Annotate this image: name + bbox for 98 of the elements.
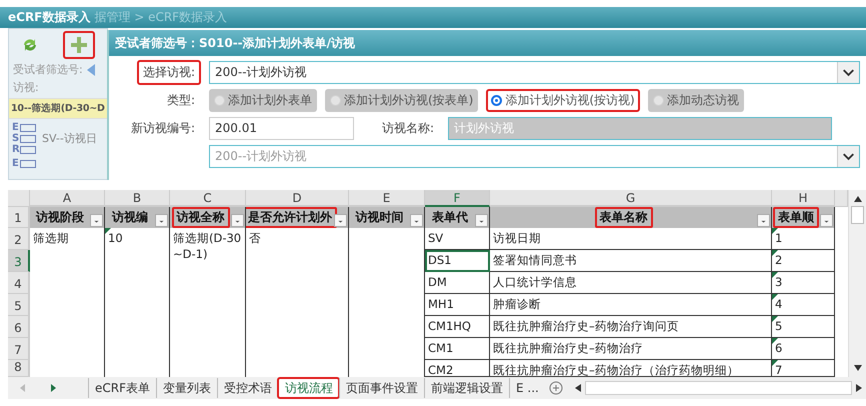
row-number[interactable]: 4 [8, 272, 30, 294]
scroll-left-icon[interactable] [574, 384, 581, 392]
status-box [20, 146, 36, 154]
filter-dropdown-icon[interactable] [155, 214, 168, 227]
sheet-tab[interactable]: 页面事件设置 [339, 378, 424, 398]
table-cell: CM1HQ [425, 316, 490, 338]
table-cell: 6 [772, 338, 835, 360]
header-label: 访视编 [110, 209, 149, 226]
table-cell: 2 [772, 250, 835, 272]
sheet-tab[interactable]: 访视流程 [278, 378, 340, 398]
row-number[interactable]: 8 [8, 360, 30, 377]
column-header [835, 190, 848, 207]
scroll-down-icon[interactable] [854, 365, 862, 371]
scroll-up-icon[interactable] [854, 196, 862, 202]
column-header[interactable]: C [170, 190, 246, 207]
error-indicator-icon[interactable] [772, 294, 778, 300]
filter-dropdown-icon[interactable] [334, 214, 347, 227]
table-cell: CM1 [425, 338, 490, 360]
column-header[interactable]: D [246, 190, 349, 207]
error-indicator-icon[interactable] [772, 272, 778, 278]
table-cell: MH1 [425, 294, 490, 316]
status-box [20, 124, 36, 132]
type-radio[interactable]: 添加计划外表单 [209, 88, 317, 112]
visit-number-label: 新访视编号: [130, 120, 196, 136]
scroll-thumb[interactable] [851, 206, 864, 224]
row-number[interactable]: 2 [8, 228, 30, 250]
visit-name-label: 访视名称: [381, 120, 436, 136]
table-cell: 既往抗肿瘤治疗史–药物治疗 [490, 338, 772, 360]
status-letter: R [12, 144, 20, 155]
filter-dropdown-icon[interactable] [820, 214, 833, 227]
row-number[interactable]: 5 [8, 294, 30, 316]
status-letter: S [12, 133, 20, 144]
visit-number-field[interactable]: 200.01 [209, 116, 354, 140]
header-label: 访视全称 [172, 207, 230, 228]
table-cell: 签署知情同意书 [490, 250, 772, 272]
row-number[interactable]: 1 [8, 207, 30, 228]
status-letter: E [12, 158, 20, 169]
type-radio[interactable]: 添加计划外访视(按表单) [325, 88, 478, 112]
visit-list-item[interactable]: 10--筛选期(D-30~D [9, 98, 107, 119]
breadcrumb: 据管理 > eCRF数据录入 [94, 9, 228, 26]
header-label: 访视时间 [354, 209, 404, 226]
column-header[interactable]: B [105, 190, 170, 207]
visit-select[interactable]: 200--计划外访视 [209, 60, 860, 84]
filter-dropdown-icon[interactable] [231, 214, 244, 227]
column-header[interactable]: G [490, 190, 772, 207]
table-cell: DS1 [425, 250, 490, 272]
subject-label: 受试者筛选号: [13, 62, 83, 77]
filter-dropdown-icon[interactable] [475, 214, 488, 227]
header-label: 表单顺 [773, 207, 819, 228]
row-number[interactable]: 7 [8, 338, 30, 360]
visit-select[interactable]: 200--计划外访视 [209, 144, 860, 168]
type-radio[interactable]: 添加动态访视 [648, 88, 744, 112]
table-cell: DM [425, 272, 490, 294]
vertical-scrollbar[interactable] [848, 190, 866, 377]
sheet-tab[interactable]: E ... [509, 378, 545, 398]
table-cell: 5 [772, 316, 835, 338]
error-indicator-icon[interactable] [772, 338, 778, 344]
sheet-tab[interactable]: eCRF表单 [88, 378, 156, 398]
type-radio[interactable]: 添加计划外访视(按访视) [486, 88, 640, 112]
table-cell: 既往抗肿瘤治疗史–药物治疗询问页 [490, 316, 772, 338]
table-cell: 4 [772, 294, 835, 316]
column-header[interactable]: E [349, 190, 425, 207]
add-sheet-icon[interactable] [548, 381, 563, 395]
error-indicator-icon[interactable] [772, 250, 778, 256]
add-button[interactable] [63, 31, 95, 59]
header-label: 表单代 [431, 209, 469, 226]
filter-dropdown-icon[interactable] [410, 214, 423, 227]
header-label: 表单名称 [594, 207, 652, 228]
header-label: 访视阶段 [34, 209, 85, 226]
column-header[interactable]: H [772, 190, 835, 207]
app-title: eCRF数据录入 [8, 9, 90, 26]
visit-select-input[interactable]: 200--计划外访视 [210, 148, 837, 164]
scroll-right-icon[interactable] [856, 384, 862, 392]
column-header[interactable]: A [30, 190, 105, 207]
type-label: 类型: [166, 92, 196, 108]
status-box [20, 160, 36, 168]
row-number[interactable]: 6 [8, 316, 30, 338]
visit-label: 访视: [13, 80, 39, 95]
dialog-title: 受试者筛选号：S010--添加计划外表单/访视 [115, 34, 356, 52]
table-cell: SV [425, 228, 490, 250]
error-indicator-icon[interactable] [772, 360, 778, 366]
column-header[interactable]: F [425, 190, 490, 207]
table-cell: 3 [772, 272, 835, 294]
chevron-down-icon[interactable] [837, 62, 859, 82]
status-box [20, 134, 36, 142]
chevron-down-icon[interactable] [837, 146, 859, 166]
error-indicator-icon[interactable] [772, 316, 778, 322]
row-number[interactable]: 3 [8, 250, 30, 272]
table-cell: 1 [772, 228, 835, 250]
triangle-left-icon[interactable] [86, 64, 95, 76]
visit-select-label: 选择访视: [136, 60, 201, 84]
sheet-tab[interactable]: 变量列表 [156, 378, 218, 398]
plus-icon [70, 36, 88, 54]
sheet-tab[interactable]: 前端逻辑设置 [424, 378, 510, 398]
table-cell: 人口统计学信息 [490, 272, 772, 294]
table-cell: 肿瘤诊断 [490, 294, 772, 316]
status-letter: E [12, 122, 20, 133]
table-cell: 访视日期 [490, 228, 772, 250]
